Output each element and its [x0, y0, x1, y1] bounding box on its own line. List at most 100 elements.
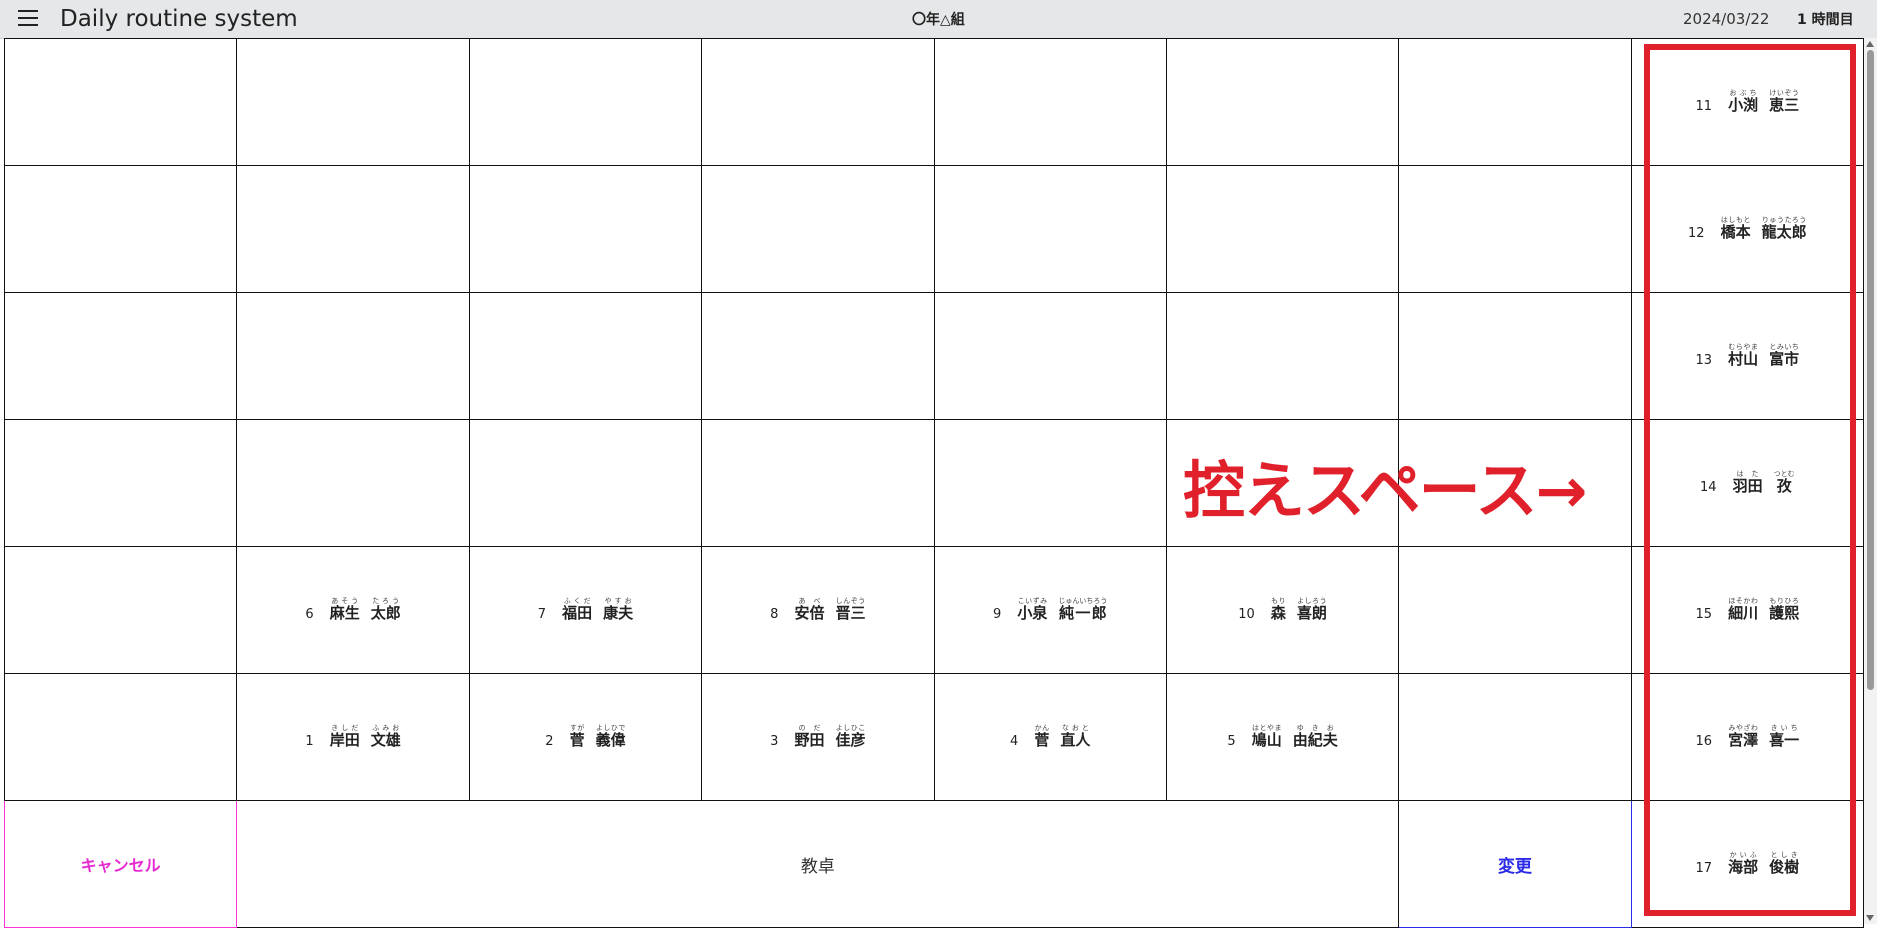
seat-empty[interactable] — [933, 165, 1167, 293]
student-last-name: 宮澤みやざわ — [1728, 724, 1759, 749]
seat-label: 8 安倍あべ 晋三しんぞう — [770, 597, 865, 623]
seat-empty[interactable] — [236, 292, 470, 420]
seat-empty[interactable] — [3, 673, 238, 801]
first-name-reading: やすお — [603, 597, 634, 605]
reserve-seat-11[interactable]: 11 小渕おぶち 恵三けいぞう — [1630, 38, 1865, 166]
student-last-name: 鳩山はとやま — [1251, 724, 1282, 749]
seat-10[interactable]: 10 森もり 喜朗よしろう — [1165, 546, 1400, 674]
seat-empty[interactable] — [3, 292, 238, 420]
first-name-reading: ふみお — [370, 724, 401, 732]
seat-3[interactable]: 3 野田のだ 佳彦よしひこ — [701, 673, 935, 801]
seat-label: 3 野田のだ 佳彦よしひこ — [770, 724, 865, 750]
vertical-scrollbar[interactable] — [1864, 38, 1877, 924]
first-name-reading: けいぞう — [1769, 89, 1800, 97]
last-name-reading: むらやま — [1728, 343, 1759, 351]
seat-empty[interactable] — [3, 546, 238, 674]
seat-label: 15 細川ほそかわ 護熙もりひろ — [1696, 597, 1800, 623]
seat-empty[interactable] — [236, 38, 470, 166]
seat-9[interactable]: 9 小泉こいずみ 純一郎じゅんいちろう — [933, 546, 1167, 674]
scroll-up-arrow-icon[interactable] — [1866, 41, 1874, 47]
first-name-reading: しんぞう — [835, 597, 866, 605]
seat-empty[interactable] — [701, 292, 935, 420]
hamburger-menu-icon[interactable] — [18, 10, 38, 26]
seat-number: 7 — [537, 607, 547, 622]
seat-empty[interactable] — [933, 419, 1167, 547]
student-first-name: 由紀夫ゆきお — [1292, 724, 1338, 749]
scroll-down-arrow-icon[interactable] — [1866, 915, 1874, 921]
seat-label: 11 小渕おぶち 恵三けいぞう — [1696, 89, 1800, 115]
reserve-seat-14[interactable]: 14 羽田はた 孜つとむ — [1630, 419, 1865, 547]
cancel-button[interactable]: キャンセル — [3, 800, 238, 928]
first-name-reading: としき — [1769, 851, 1800, 859]
seat-4[interactable]: 4 菅かん 直人なおと — [933, 673, 1167, 801]
cancel-button-label: キャンセル — [80, 856, 161, 875]
last-name-reading: かいふ — [1728, 851, 1759, 859]
student-last-name: 羽田はた — [1732, 470, 1763, 495]
first-name-reading: きいち — [1769, 724, 1800, 732]
seat-empty[interactable] — [468, 38, 703, 166]
student-last-name: 野田のだ — [794, 724, 825, 749]
last-name-reading: みやざわ — [1728, 724, 1759, 732]
seat-number: 3 — [770, 734, 779, 749]
student-first-name: 龍太郎りゅうたろう — [1761, 216, 1807, 241]
seat-label: 6 麻生あそう 太郎たろう — [305, 597, 400, 623]
seat-empty[interactable] — [3, 38, 238, 166]
student-last-name: 森もり — [1270, 597, 1286, 622]
student-last-name: 菅かん — [1034, 724, 1050, 749]
seat-5[interactable]: 5 鳩山はとやま 由紀夫ゆきお — [1165, 673, 1400, 801]
seat-8[interactable]: 8 安倍あべ 晋三しんぞう — [701, 546, 935, 674]
seat-6[interactable]: 6 麻生あそう 太郎たろう — [236, 546, 470, 674]
student-last-name: 安倍あべ — [794, 597, 825, 622]
seat-empty[interactable] — [236, 165, 470, 293]
seat-empty[interactable] — [468, 165, 703, 293]
seat-number: 17 — [1695, 861, 1713, 876]
seat-7[interactable]: 7 福田ふくだ 康夫やすお — [468, 546, 703, 674]
scrollbar-thumb[interactable] — [1867, 50, 1874, 690]
seat-empty[interactable] — [468, 419, 703, 547]
seat-empty[interactable] — [1398, 165, 1632, 293]
class-name: 〇年△組 — [912, 12, 965, 28]
seat-empty[interactable] — [933, 38, 1167, 166]
seat-empty[interactable] — [1398, 546, 1632, 674]
seat-1[interactable]: 1 岸田きしだ 文雄ふみお — [236, 673, 470, 801]
seat-empty[interactable] — [701, 165, 935, 293]
student-name: 橋本はしもと 龍太郎りゅうたろう — [1721, 216, 1807, 242]
student-name: 森もり 喜朗よしろう — [1271, 597, 1327, 623]
student-name: 野田のだ 佳彦よしひこ — [794, 724, 865, 750]
seat-2[interactable]: 2 菅すが 義偉よしひで — [468, 673, 703, 801]
student-last-name: 福田ふくだ — [562, 597, 593, 622]
seat-label: 17 海部かいふ 俊樹としき — [1696, 851, 1800, 877]
seat-empty[interactable] — [468, 292, 703, 420]
reserve-seat-15[interactable]: 15 細川ほそかわ 護熙もりひろ — [1630, 546, 1865, 674]
seat-number: 4 — [1010, 734, 1019, 749]
last-name-reading: はとやま — [1251, 724, 1282, 732]
student-last-name: 菅すが — [569, 724, 585, 749]
reserve-seat-16[interactable]: 16 宮澤みやざわ 喜一きいち — [1630, 673, 1865, 801]
student-first-name: 文雄ふみお — [370, 724, 401, 749]
seat-empty[interactable] — [1165, 292, 1400, 420]
seat-label: 2 菅すが 義偉よしひで — [545, 724, 625, 750]
seat-empty[interactable] — [1165, 38, 1400, 166]
seat-label: 7 福田ふくだ 康夫やすお — [538, 597, 633, 623]
first-name-reading: よしひで — [595, 724, 626, 732]
seat-empty[interactable] — [1398, 38, 1632, 166]
seat-empty[interactable] — [1398, 673, 1632, 801]
last-name-reading: ふくだ — [562, 597, 593, 605]
reserve-seat-12[interactable]: 12 橋本はしもと 龍太郎りゅうたろう — [1630, 165, 1865, 293]
seat-empty[interactable] — [701, 38, 935, 166]
change-button[interactable]: 変更 — [1398, 800, 1632, 928]
seat-empty[interactable] — [933, 292, 1167, 420]
student-first-name: 太郎たろう — [370, 597, 401, 622]
seat-label: 16 宮澤みやざわ 喜一きいち — [1696, 724, 1800, 750]
reserve-seat-17[interactable]: 17 海部かいふ 俊樹としき — [1630, 800, 1865, 928]
seat-empty[interactable] — [1398, 292, 1632, 420]
reserve-seat-13[interactable]: 13 村山むらやま 富市とみいち — [1630, 292, 1865, 420]
seat-empty[interactable] — [3, 419, 238, 547]
seat-empty[interactable] — [1165, 165, 1400, 293]
student-first-name: 俊樹としき — [1769, 851, 1800, 876]
seat-empty[interactable] — [236, 419, 470, 547]
seat-label: 1 岸田きしだ 文雄ふみお — [305, 724, 400, 750]
student-last-name: 岸田きしだ — [329, 724, 360, 749]
seat-empty[interactable] — [701, 419, 935, 547]
seat-empty[interactable] — [3, 165, 238, 293]
